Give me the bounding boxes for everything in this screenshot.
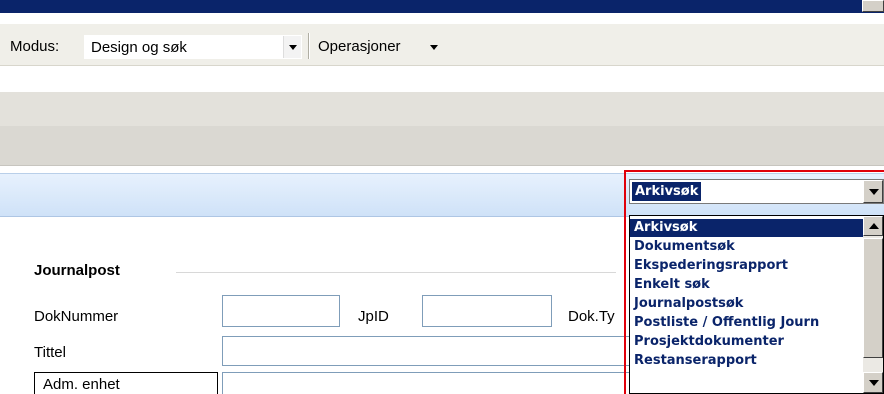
tittel-label: Tittel: [34, 344, 66, 361]
chevron-down-icon[interactable]: [283, 36, 301, 58]
tittel-input[interactable]: [222, 336, 642, 366]
toolbar-separator: [308, 33, 310, 59]
adm-enhet-label: Adm. enhet: [43, 376, 120, 393]
list-item[interactable]: Arkivsøk: [630, 219, 863, 237]
list-item[interactable]: Dokumentsøk: [630, 238, 863, 256]
list-item[interactable]: Postliste / Offentlig Journ: [630, 314, 863, 332]
chevron-down-icon[interactable]: [863, 180, 883, 203]
list-item[interactable]: Journalpostsøk: [630, 295, 863, 313]
jpid-input[interactable]: [422, 295, 552, 327]
section-divider: [176, 272, 616, 273]
operations-menu[interactable]: Operasjoner: [318, 38, 401, 55]
scroll-up-icon[interactable]: [863, 216, 883, 236]
chevron-down-icon[interactable]: [430, 45, 438, 50]
window-title-bar: [0, 0, 884, 13]
toolbar: Modus: Design og søk Operasjoner: [0, 24, 884, 66]
section-title: Journalpost: [34, 262, 120, 279]
scroll-down-icon[interactable]: [863, 372, 883, 393]
ribbon-band: [0, 92, 884, 126]
ribbon-band: [0, 126, 884, 166]
modus-label: Modus:: [10, 38, 60, 55]
list-item[interactable]: Enkelt søk: [630, 276, 863, 294]
scrollbar[interactable]: [863, 216, 883, 393]
jpid-label: JpID: [358, 308, 389, 325]
modus-select[interactable]: Design og søk: [84, 35, 302, 59]
search-type-select[interactable]: Arkivsøk: [629, 179, 884, 204]
search-type-value: Arkivsøk: [632, 182, 702, 201]
adm-enhet-button[interactable]: Adm. enhet: [34, 372, 218, 394]
doknummer-label: DokNummer: [34, 308, 119, 325]
search-type-list[interactable]: Arkivsøk Dokumentsøk Ekspederingsrapport…: [629, 215, 884, 394]
scrollbar-thumb[interactable]: [863, 238, 883, 358]
doktype-label: Dok.Ty: [568, 308, 615, 325]
adm-enhet-input[interactable]: [222, 372, 642, 394]
modus-value: Design og søk: [91, 39, 187, 56]
window-button[interactable]: [862, 0, 884, 12]
list-item[interactable]: Ekspederingsrapport: [630, 257, 863, 275]
list-item[interactable]: Restanserapport: [630, 352, 863, 370]
doknummer-input[interactable]: [222, 295, 340, 327]
list-item[interactable]: Prosjektdokumenter: [630, 333, 863, 351]
